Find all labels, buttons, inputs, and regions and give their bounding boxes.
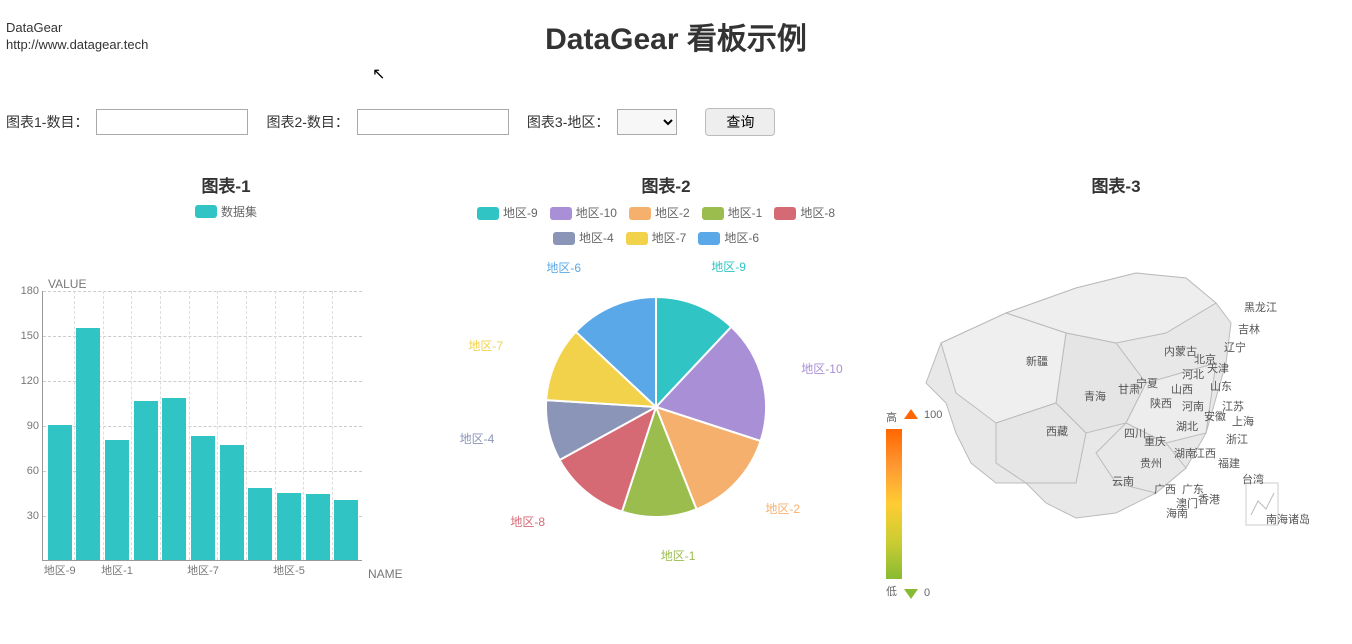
pie-label: 地区-7 <box>468 337 503 354</box>
triangle-down-icon <box>904 589 918 599</box>
chart-3-scale[interactable]: 高 100 低 0 <box>886 409 942 599</box>
legend-item[interactable]: 地区-9 <box>477 203 538 225</box>
map-region-label[interactable]: 四川 <box>1124 425 1146 441</box>
chart-3[interactable]: 黑龙江吉林辽宁内蒙古北京天津河北山东山西陕西宁夏甘肃青海新疆西藏四川重庆云南贵州… <box>886 203 1346 583</box>
query-button[interactable]: 查询 <box>705 108 775 136</box>
map-region-label[interactable]: 河北 <box>1182 366 1204 382</box>
legend-item[interactable]: 地区-1 <box>702 203 763 225</box>
map-region-label[interactable]: 青海 <box>1084 388 1106 404</box>
bar[interactable] <box>48 425 72 560</box>
page-title: DataGear 看板示例 <box>0 14 1352 58</box>
map-region-label[interactable]: 上海 <box>1232 413 1254 429</box>
gradient-bar <box>886 429 902 579</box>
pie-label: 地区-8 <box>510 513 545 530</box>
bar[interactable] <box>191 436 215 561</box>
bar[interactable] <box>277 493 301 561</box>
chart3-region-select[interactable] <box>617 109 677 135</box>
chart1-count-label: 图表1-数目： <box>6 112 88 132</box>
bar[interactable] <box>105 440 129 560</box>
map-region-label[interactable]: 广西 <box>1154 481 1176 497</box>
legend-item[interactable]: 地区-8 <box>774 203 835 225</box>
map-region-label[interactable]: 南海诸岛 <box>1266 511 1310 527</box>
pie-label: 地区-10 <box>801 360 842 377</box>
chart-1-title: 图表-1 <box>6 172 446 197</box>
map-region-label[interactable]: 重庆 <box>1144 433 1166 449</box>
pie-label: 地区-9 <box>711 258 746 275</box>
map-region-label[interactable]: 福建 <box>1218 455 1240 471</box>
bar[interactable] <box>334 500 358 560</box>
triangle-up-icon <box>904 409 918 419</box>
map-region-label[interactable]: 山西 <box>1171 381 1193 397</box>
map-region-label[interactable]: 陕西 <box>1150 395 1172 411</box>
chart-1-xlabel: NAME <box>368 567 403 581</box>
chart2-count-label: 图表2-数目： <box>266 112 348 132</box>
map-region-label[interactable]: 云南 <box>1112 473 1134 489</box>
bar[interactable] <box>248 488 272 560</box>
map-region-label[interactable]: 辽宁 <box>1224 339 1246 355</box>
map-region-label[interactable]: 湖南 <box>1174 445 1196 461</box>
map-region-label[interactable]: 浙江 <box>1226 431 1248 447</box>
map-region-label[interactable]: 江苏 <box>1222 398 1244 414</box>
bar[interactable] <box>76 328 100 561</box>
map-region-label[interactable]: 香港 <box>1198 491 1220 507</box>
pie-label: 地区-6 <box>546 259 581 276</box>
chart1-count-input[interactable] <box>96 109 248 135</box>
map-region-label[interactable]: 澳门 <box>1176 495 1198 511</box>
brand-block: DataGear http://www.datagear.tech <box>6 20 148 54</box>
chart-3-panel: 图表-3 黑龙江吉林辽宁内蒙古北京天津河北山东山西陕西宁夏甘肃青海新疆西藏四川重… <box>886 172 1346 585</box>
query-form: 图表1-数目： 图表2-数目： 图表3-地区： 查询 <box>6 108 1352 136</box>
brand-url: http://www.datagear.tech <box>6 37 148 54</box>
map-region-label[interactable]: 贵州 <box>1140 455 1162 471</box>
map-region-label[interactable]: 新疆 <box>1026 353 1048 369</box>
map-region-label[interactable]: 江西 <box>1194 445 1216 461</box>
bar[interactable] <box>306 494 330 560</box>
chart-2-title: 图表-2 <box>446 172 886 197</box>
legend-item[interactable]: 地区-6 <box>698 228 759 250</box>
map-region-label[interactable]: 山东 <box>1210 378 1232 394</box>
legend-item[interactable]: 地区-7 <box>626 228 687 250</box>
map-region-label[interactable]: 天津 <box>1207 360 1229 376</box>
cursor-icon: ↖ <box>372 64 385 84</box>
map-region-label[interactable]: 内蒙古 <box>1164 343 1197 359</box>
pie-label: 地区-2 <box>765 500 800 517</box>
bar[interactable] <box>134 401 158 560</box>
chart2-count-input[interactable] <box>357 109 509 135</box>
chart-2-legend[interactable]: 地区-9 地区-10 地区-2 地区-1 地区-8 地区-4 地区-7 地区-6 <box>446 203 866 253</box>
map-region-label[interactable]: 河南 <box>1182 398 1204 414</box>
chart-1-ylabel: VALUE <box>48 277 86 291</box>
legend-item[interactable]: 地区-4 <box>553 228 614 250</box>
chart-1[interactable]: VALUE NAME 306090120150180地区-9地区-1地区-7地区… <box>6 225 416 585</box>
map-region-label[interactable]: 黑龙江 <box>1244 299 1277 315</box>
brand-name: DataGear <box>6 20 148 37</box>
chart-1-legend[interactable]: 数据集 <box>195 203 257 220</box>
bar[interactable] <box>220 445 244 561</box>
pie-label: 地区-1 <box>661 547 696 564</box>
map-region-label[interactable]: 湖北 <box>1176 418 1198 434</box>
legend-item[interactable]: 地区-2 <box>629 203 690 225</box>
map-region-label[interactable]: 台湾 <box>1242 471 1264 487</box>
chart-3-title: 图表-3 <box>886 172 1346 197</box>
legend-item[interactable]: 地区-10 <box>550 203 617 225</box>
chart3-region-label: 图表3-地区： <box>527 112 609 132</box>
chart-2-panel: 图表-2 地区-9 地区-10 地区-2 地区-1 地区-8 地区-4 地区-7 地区-6 地… <box>446 172 886 585</box>
map-region-label[interactable]: 西藏 <box>1046 423 1068 439</box>
bar[interactable] <box>162 398 186 560</box>
map-region-label[interactable]: 吉林 <box>1238 321 1260 337</box>
map-region-label[interactable]: 甘肃 <box>1118 381 1140 397</box>
chart-1-panel: 图表-1 数据集 VALUE NAME 306090120150180地区-9地… <box>6 172 446 585</box>
pie-label: 地区-4 <box>460 430 495 447</box>
chart-2[interactable]: 地区-9地区-10地区-2地区-1地区-8地区-4地区-7地区-6 地区-9地区… <box>446 203 866 583</box>
